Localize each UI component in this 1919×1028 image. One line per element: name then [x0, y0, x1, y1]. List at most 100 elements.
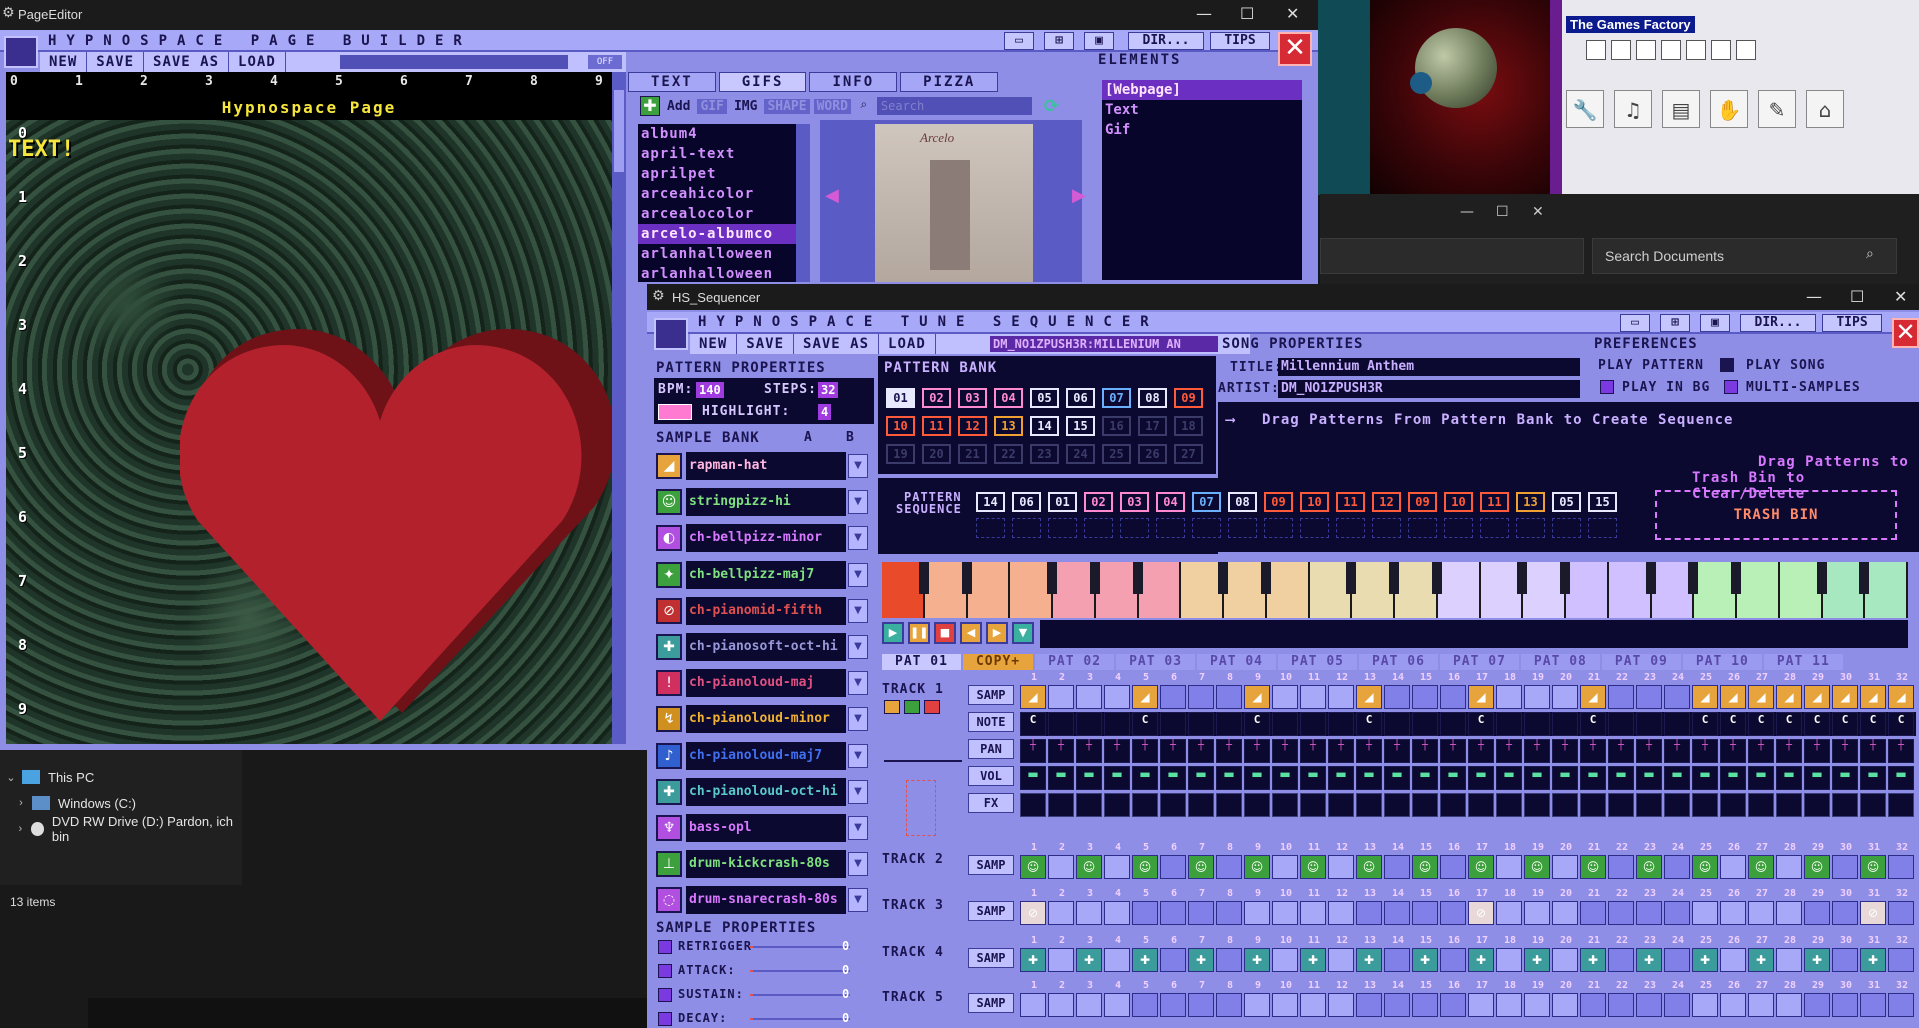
- sample-row[interactable]: ⊥ drum-kickcrash-80s ▼: [656, 848, 870, 880]
- step-cell[interactable]: ◢: [1776, 685, 1802, 709]
- step-cell[interactable]: [1524, 993, 1550, 1017]
- pattern-bank-cell[interactable]: 23: [1030, 444, 1059, 464]
- sample-prop-checkbox[interactable]: [658, 964, 672, 978]
- prev-arrow-icon[interactable]: ◀: [825, 185, 839, 206]
- note-cell[interactable]: C: [1132, 712, 1158, 736]
- note-cell[interactable]: C: [1580, 712, 1606, 736]
- sequence-cell[interactable]: 01: [1048, 492, 1077, 512]
- step-cell[interactable]: ☺: [1412, 855, 1438, 879]
- note-cell[interactable]: [1608, 712, 1634, 736]
- play-pattern-label[interactable]: PLAY PATTERN: [1598, 358, 1704, 373]
- fx-cell[interactable]: [1468, 793, 1494, 817]
- heart-gif-element[interactable]: [180, 325, 612, 725]
- page-title[interactable]: Hypnospace Page: [6, 98, 612, 117]
- chevron-down-icon[interactable]: ▼: [848, 671, 868, 696]
- pattern-bank-cell[interactable]: 05: [1030, 388, 1059, 408]
- step-cell[interactable]: [1272, 685, 1298, 709]
- sample-row[interactable]: ◌ drum-snarecrash-80s ▼: [656, 884, 870, 916]
- sequence-slot[interactable]: [1156, 518, 1185, 538]
- step-cell[interactable]: [1496, 855, 1522, 879]
- note-cell[interactable]: C: [1356, 712, 1382, 736]
- step-cell[interactable]: [1440, 948, 1466, 972]
- trash-bin[interactable]: TRASH BIN: [1655, 490, 1897, 540]
- pattern-bank-cell[interactable]: 24: [1066, 444, 1095, 464]
- note-cell[interactable]: [1160, 712, 1186, 736]
- step-cell[interactable]: ☺: [1132, 855, 1158, 879]
- pause-icon[interactable]: ❚❚: [908, 622, 930, 644]
- pan-cell[interactable]: ┼: [1804, 739, 1830, 763]
- tab-gifs[interactable]: GIFS: [718, 72, 807, 92]
- chevron-down-icon[interactable]: ▼: [848, 852, 868, 877]
- save-as-button[interactable]: SAVE AS: [144, 52, 230, 72]
- step-cell[interactable]: [1664, 855, 1690, 879]
- maximize-icon[interactable]: ☐: [1496, 204, 1509, 220]
- step-cell[interactable]: [1664, 948, 1690, 972]
- pan-cell[interactable]: ┼: [1776, 739, 1802, 763]
- sequence-cell[interactable]: 12: [1372, 492, 1401, 512]
- sample-row[interactable]: ⊘ ch-pianomid-fifth ▼: [656, 595, 870, 627]
- tab-pattern[interactable]: PAT 01: [882, 654, 961, 670]
- step-cell[interactable]: [1160, 901, 1186, 925]
- add-icon[interactable]: ✚: [640, 96, 660, 116]
- step-cell[interactable]: [1048, 855, 1074, 879]
- sample-row[interactable]: ◢ rapman-hat ▼: [656, 450, 870, 482]
- step-cell[interactable]: [1776, 855, 1802, 879]
- fx-cell[interactable]: [1888, 793, 1914, 817]
- scrollbar-thumb[interactable]: [614, 90, 624, 172]
- step-cell[interactable]: [1328, 901, 1354, 925]
- note-cell[interactable]: C: [1804, 712, 1830, 736]
- bank-a-label[interactable]: A: [804, 430, 813, 445]
- piano-black-key[interactable]: [1517, 562, 1528, 594]
- step-cell[interactable]: [1664, 993, 1690, 1017]
- step-cell[interactable]: [1524, 685, 1550, 709]
- step-cell[interactable]: [1832, 901, 1858, 925]
- paint-icon[interactable]: ✎: [1758, 90, 1796, 128]
- step-cell[interactable]: [1720, 948, 1746, 972]
- step-cell[interactable]: ✚: [1020, 948, 1046, 972]
- step-cell[interactable]: ⊘: [1020, 901, 1046, 925]
- sequence-slot[interactable]: [1408, 518, 1437, 538]
- chevron-down-icon[interactable]: ▼: [848, 454, 868, 478]
- step-cell[interactable]: [1356, 993, 1382, 1017]
- step-cell[interactable]: ☺: [1860, 855, 1886, 879]
- piano-key[interactable]: [1431, 562, 1481, 618]
- chevron-down-icon[interactable]: ▼: [848, 562, 868, 587]
- piano-key[interactable]: [1260, 562, 1310, 618]
- note-cell[interactable]: [1552, 712, 1578, 736]
- step-cell[interactable]: [1160, 993, 1186, 1017]
- pan-cell[interactable]: ┼: [1384, 739, 1410, 763]
- sample-name[interactable]: drum-kickcrash-80s: [686, 850, 846, 879]
- vol-cell[interactable]: ▬: [1356, 766, 1382, 790]
- toolbar-icon[interactable]: [1586, 40, 1606, 60]
- fullscreen-icon[interactable]: ⊞: [1660, 314, 1690, 332]
- maximize-icon[interactable]: ☐: [1850, 287, 1864, 306]
- toolbar-icon[interactable]: [1686, 40, 1706, 60]
- sequence-slot[interactable]: [1048, 518, 1077, 538]
- fx-cell[interactable]: [1804, 793, 1830, 817]
- sample-row[interactable]: ✦ ch-bellpizz-maj7 ▼: [656, 559, 870, 591]
- sequence-cell[interactable]: 04: [1156, 492, 1185, 512]
- sequence-cell[interactable]: 13: [1516, 492, 1545, 512]
- pan-cell[interactable]: ┼: [1104, 739, 1130, 763]
- gif-list-item[interactable]: album4: [638, 124, 796, 144]
- stamp-icon[interactable]: ⌂: [1806, 90, 1844, 128]
- load-button[interactable]: LOAD: [879, 334, 936, 354]
- pattern-bank-cell[interactable]: 20: [922, 444, 951, 464]
- pan-cell[interactable]: ┼: [1300, 739, 1326, 763]
- save-as-button[interactable]: SAVE AS: [794, 334, 880, 354]
- vol-cell[interactable]: ▬: [1076, 766, 1102, 790]
- piano-black-key[interactable]: [1389, 562, 1399, 594]
- piano-black-key[interactable]: [1132, 562, 1143, 594]
- pan-cell[interactable]: ┼: [1496, 739, 1522, 763]
- step-cell[interactable]: [1160, 948, 1186, 972]
- steps-value[interactable]: 32: [818, 382, 839, 398]
- sequence-slot[interactable]: [1264, 518, 1293, 538]
- add-button[interactable]: Add: [664, 99, 693, 114]
- step-cell[interactable]: ◢: [1580, 685, 1606, 709]
- step-cell[interactable]: ☺: [1076, 855, 1102, 879]
- piano-black-key[interactable]: [1089, 562, 1100, 594]
- note-cell[interactable]: [1048, 712, 1074, 736]
- step-cell[interactable]: [1832, 993, 1858, 1017]
- sample-row[interactable]: ☺ stringpizz-hi ▼: [656, 486, 870, 518]
- fx-cell[interactable]: [1440, 793, 1466, 817]
